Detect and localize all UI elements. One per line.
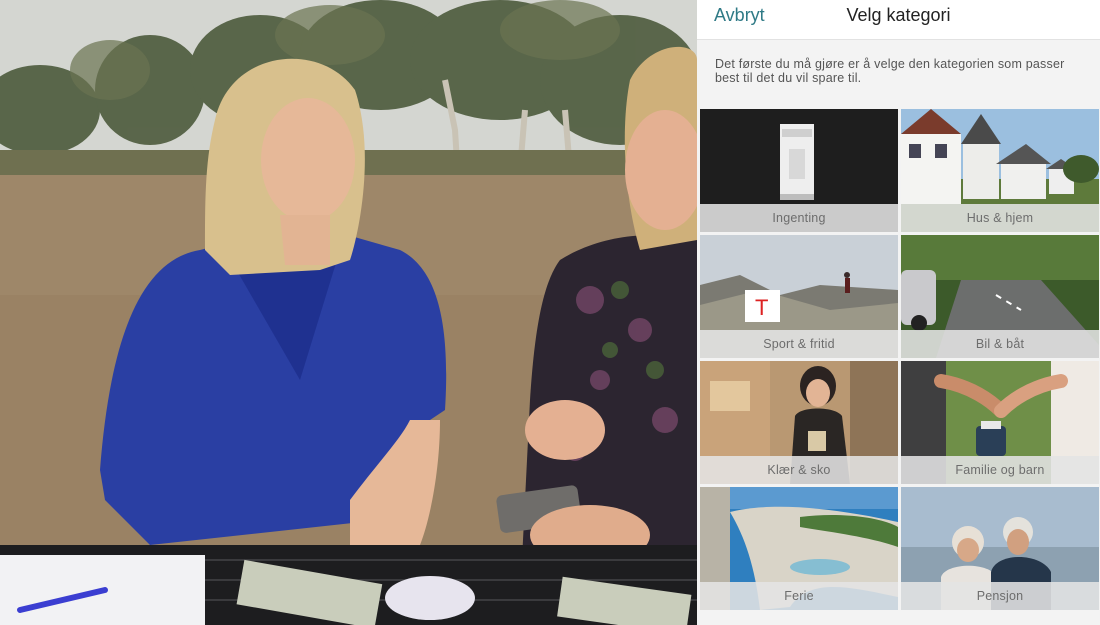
- category-label: Klær & sko: [700, 456, 898, 484]
- category-tile-hus-hjem[interactable]: Hus & hjem: [901, 109, 1099, 232]
- category-grid: Ingenting Hus & hjem T Sport & fritid Bi…: [700, 109, 1099, 610]
- category-label: Bil & båt: [901, 330, 1099, 358]
- category-tile-bil-bat[interactable]: Bil & båt: [901, 235, 1099, 358]
- category-tile-ingenting[interactable]: Ingenting: [700, 109, 898, 232]
- category-tile-sport-fritid[interactable]: T Sport & fritid: [700, 235, 898, 358]
- video-scene: [0, 0, 697, 625]
- category-tile-ferie[interactable]: Ferie: [700, 487, 898, 610]
- page-title: Velg kategori: [846, 5, 951, 25]
- intro-text: Det første du må gjøre er å velge den ka…: [715, 57, 1065, 85]
- category-label: Hus & hjem: [901, 204, 1099, 232]
- category-tile-familie-barn[interactable]: Familie og barn: [901, 361, 1099, 484]
- category-label: Ingenting: [700, 204, 898, 232]
- category-tile-klaer-sko[interactable]: Klær & sko: [700, 361, 898, 484]
- category-label: Familie og barn: [901, 456, 1099, 484]
- category-label: Sport & fritid: [700, 330, 898, 358]
- park-scene-illustration: [0, 0, 697, 625]
- navigation-bar: Avbryt Velg kategori: [697, 0, 1100, 40]
- category-label: Pensjon: [901, 582, 1099, 610]
- category-label: Ferie: [700, 582, 898, 610]
- svg-text:T: T: [755, 295, 768, 320]
- category-picker-screen: Avbryt Velg kategori Det første du må gj…: [697, 0, 1100, 625]
- category-tile-pensjon[interactable]: Pensjon: [901, 487, 1099, 610]
